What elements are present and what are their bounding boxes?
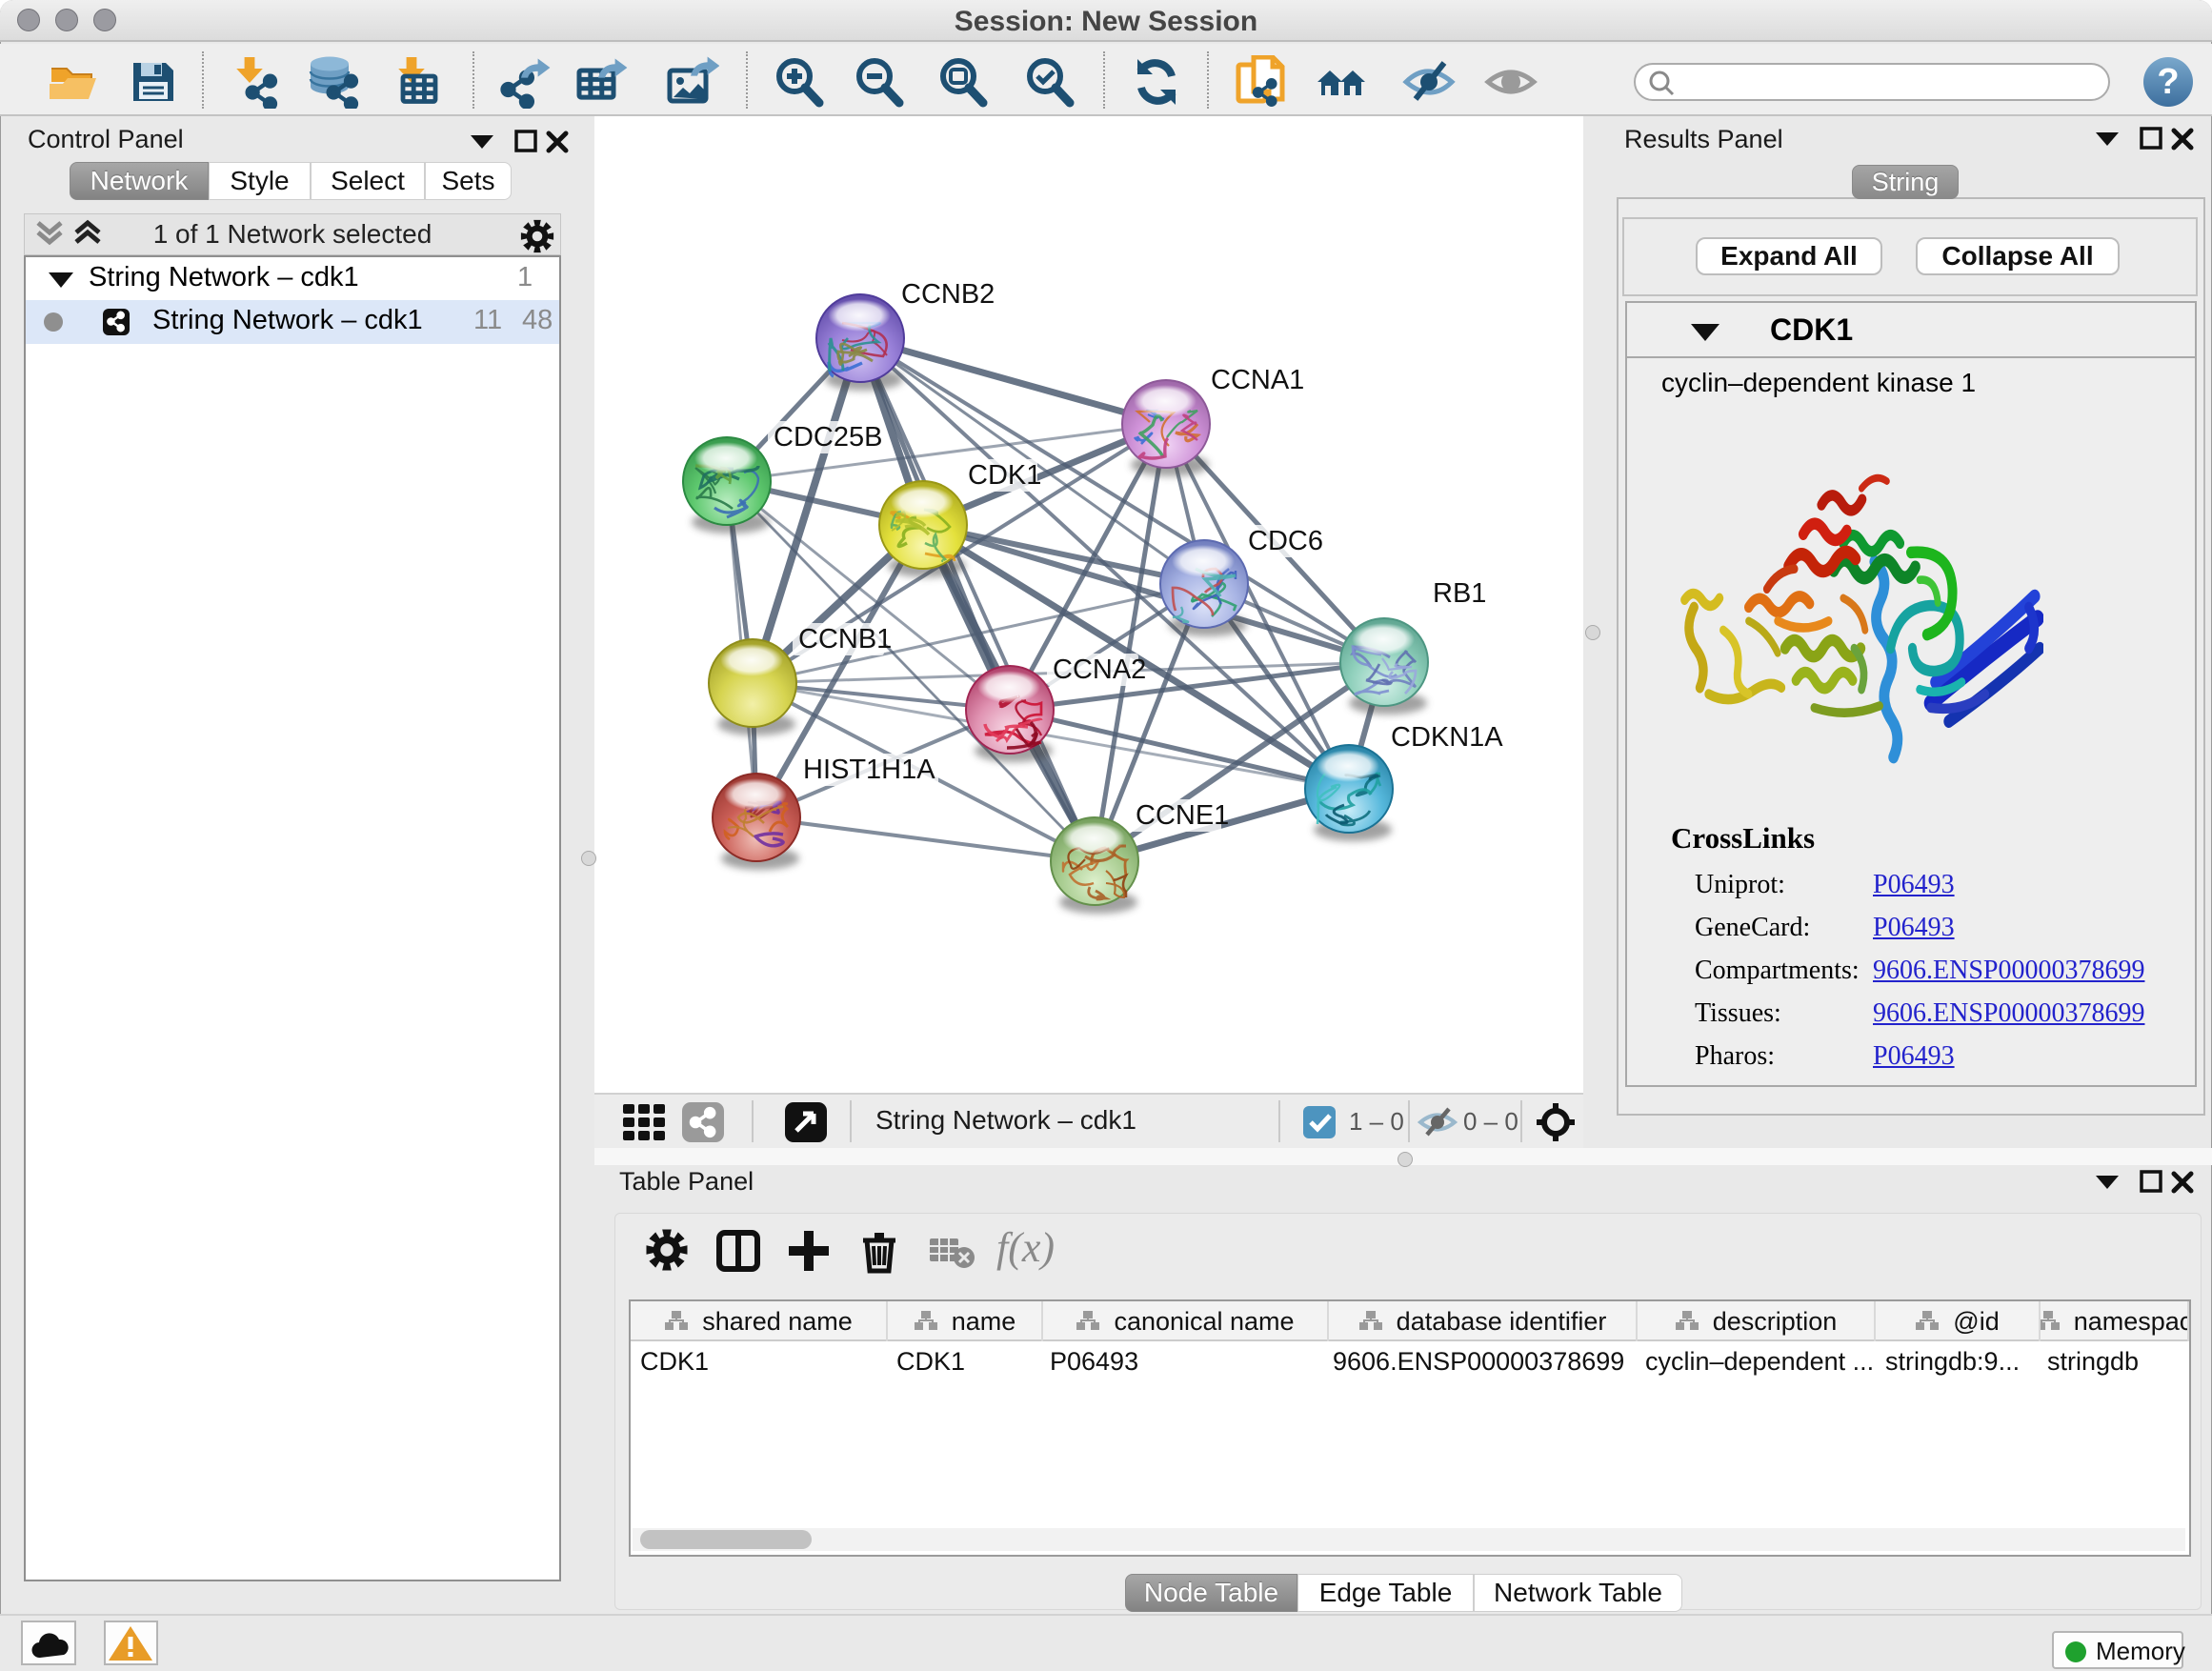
svg-text:CCNA2: CCNA2 [1053,654,1146,685]
svg-text:CDC25B: CDC25B [774,422,882,453]
svg-text:CCNE1: CCNE1 [1136,800,1229,831]
svg-text:CDK1: CDK1 [968,460,1041,491]
svg-text:HIST1H1A: HIST1H1A [803,755,935,785]
svg-text:RB1: RB1 [1433,578,1486,609]
svg-text:CDKN1A: CDKN1A [1391,722,1503,753]
svg-text:CDC6: CDC6 [1248,526,1323,556]
svg-text:CCNB2: CCNB2 [901,279,995,310]
svg-text:CCNA1: CCNA1 [1211,365,1304,395]
svg-text:CCNB1: CCNB1 [798,624,892,654]
